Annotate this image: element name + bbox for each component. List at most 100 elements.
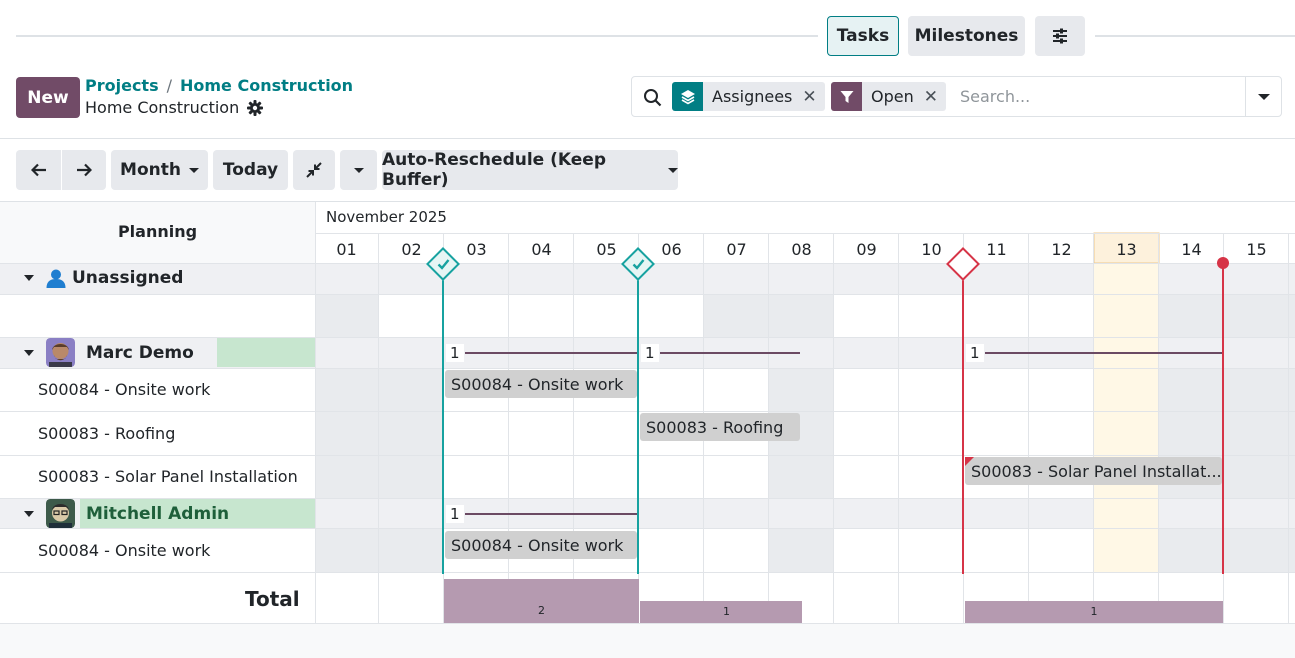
remove-facet-icon[interactable]: ✕ <box>802 87 816 107</box>
today-button[interactable]: Today <box>213 150 288 190</box>
group-label: Unassigned <box>72 268 184 288</box>
gantt-page: Tasks Milestones New Projects / Home Const… <box>0 0 1295 658</box>
group-count: 1 <box>446 505 464 523</box>
total-value: 2 <box>538 604 545 617</box>
total-label: Total <box>245 587 300 611</box>
row-label: S00083 - Solar Panel Installation <box>38 467 298 486</box>
milestone-line <box>637 264 639 574</box>
chevron-down-icon <box>668 167 678 173</box>
group-span-bar <box>985 352 1223 354</box>
task-pill[interactable]: S00083 - Roofing <box>640 413 800 441</box>
group-progress <box>217 338 315 367</box>
planning-header: Planning <box>117 222 198 241</box>
day-header: 06 <box>661 240 682 259</box>
breadcrumb-separator: / <box>166 76 172 95</box>
milestone-line <box>962 264 964 574</box>
search-icon <box>644 89 662 107</box>
task-pill[interactable]: S00084 - Onsite work <box>445 370 637 398</box>
group-count: 1 <box>966 344 984 362</box>
total-bar: 1 <box>640 601 802 623</box>
breadcrumb-projects[interactable]: Projects <box>85 76 159 95</box>
group-unassigned[interactable]: Unassigned <box>46 268 183 288</box>
scale-label: Month <box>120 160 181 180</box>
facet-open-label: Open <box>871 87 914 106</box>
check-icon <box>437 259 450 270</box>
milestone-line <box>442 264 444 574</box>
group-label: Marc Demo <box>86 342 194 363</box>
total-value: 1 <box>723 605 730 618</box>
row-label: S00083 - Roofing <box>38 424 176 443</box>
day-header: 08 <box>791 240 812 259</box>
arrow-left-icon <box>30 163 46 177</box>
scale-dropdown[interactable]: Month <box>111 150 208 190</box>
group-count: 1 <box>446 344 464 362</box>
group-label: Mitchell Admin <box>86 503 230 524</box>
milestones-view-button[interactable]: Milestones <box>908 16 1025 56</box>
breadcrumb: Projects / Home Construction <box>85 76 353 95</box>
arrow-right-icon <box>77 163 92 177</box>
collapse-rows-button[interactable] <box>293 150 335 190</box>
group-marc-demo[interactable]: Marc Demo <box>46 338 194 367</box>
tasks-view-button[interactable]: Tasks <box>827 16 899 56</box>
reschedule-label: Auto-Reschedule (Keep Buffer) <box>382 150 606 190</box>
collapse-group-toggle[interactable] <box>24 275 34 281</box>
deadline-dot-icon[interactable] <box>1217 257 1229 269</box>
divider <box>16 35 818 37</box>
total-bar: 2 <box>444 579 639 623</box>
layers-icon <box>672 82 703 111</box>
day-header-today: 13 <box>1116 240 1137 259</box>
next-button[interactable] <box>62 150 106 190</box>
avatar <box>46 499 75 528</box>
breadcrumb-home-construction[interactable]: Home Construction <box>180 76 353 95</box>
day-header: 14 <box>1181 240 1202 259</box>
reschedule-mode-dropdown[interactable]: Auto-Reschedule (Keep Buffer) <box>382 150 678 190</box>
total-value: 1 <box>1090 605 1098 618</box>
search-input[interactable]: Search... <box>960 87 1030 106</box>
chevron-down-icon <box>353 167 364 173</box>
compress-icon <box>306 162 322 178</box>
divider <box>1245 77 1246 116</box>
settings-sliders-button[interactable] <box>1035 16 1085 56</box>
filter-icon <box>831 82 862 111</box>
facet-assignees: Assignees ✕ <box>672 82 825 111</box>
remove-facet-icon[interactable]: ✕ <box>924 87 938 107</box>
divider <box>1095 35 1295 37</box>
avatar <box>46 338 75 367</box>
user-icon <box>46 269 66 288</box>
day-header: 15 <box>1246 240 1267 259</box>
sliders-icon <box>1053 28 1067 44</box>
collapse-group-toggle[interactable] <box>24 350 34 356</box>
task-pill[interactable]: S00083 - Solar Panel Installat... <box>965 457 1222 485</box>
more-options-dropdown[interactable] <box>340 150 377 190</box>
page-title: Home Construction <box>85 98 264 117</box>
facet-open: Open ✕ <box>831 82 946 111</box>
check-icon <box>632 259 645 270</box>
facet-assignees-label: Assignees <box>712 87 793 106</box>
page-title-text: Home Construction <box>85 98 240 117</box>
gear-icon[interactable] <box>247 99 264 116</box>
group-span-bar <box>465 352 638 354</box>
row-label: S00084 - Onsite work <box>38 380 211 399</box>
day-header: 07 <box>726 240 747 259</box>
previous-button[interactable] <box>16 150 61 190</box>
new-button[interactable]: New <box>16 77 80 118</box>
warning-corner-icon <box>965 457 974 466</box>
total-bar: 1 <box>965 601 1223 623</box>
collapse-group-toggle[interactable] <box>24 511 34 517</box>
day-header: 03 <box>466 240 487 259</box>
search-options-toggle[interactable] <box>1258 94 1270 100</box>
day-header: 04 <box>531 240 552 259</box>
group-count: 1 <box>641 344 659 362</box>
row-label: S00084 - Onsite work <box>38 541 211 560</box>
month-header: November 2025 <box>326 208 447 226</box>
deadline-line <box>1222 264 1224 574</box>
chevron-down-icon <box>188 167 199 173</box>
day-header: 11 <box>986 240 1007 259</box>
footer-area <box>0 624 1295 658</box>
day-header: 12 <box>1051 240 1072 259</box>
divider <box>0 138 1295 139</box>
group-span-bar <box>660 352 800 354</box>
task-pill[interactable]: S00084 - Onsite work <box>445 531 637 559</box>
search-bar[interactable]: Assignees ✕ Open ✕ Search... <box>631 76 1282 117</box>
group-mitchell-admin[interactable]: Mitchell Admin <box>46 499 229 528</box>
